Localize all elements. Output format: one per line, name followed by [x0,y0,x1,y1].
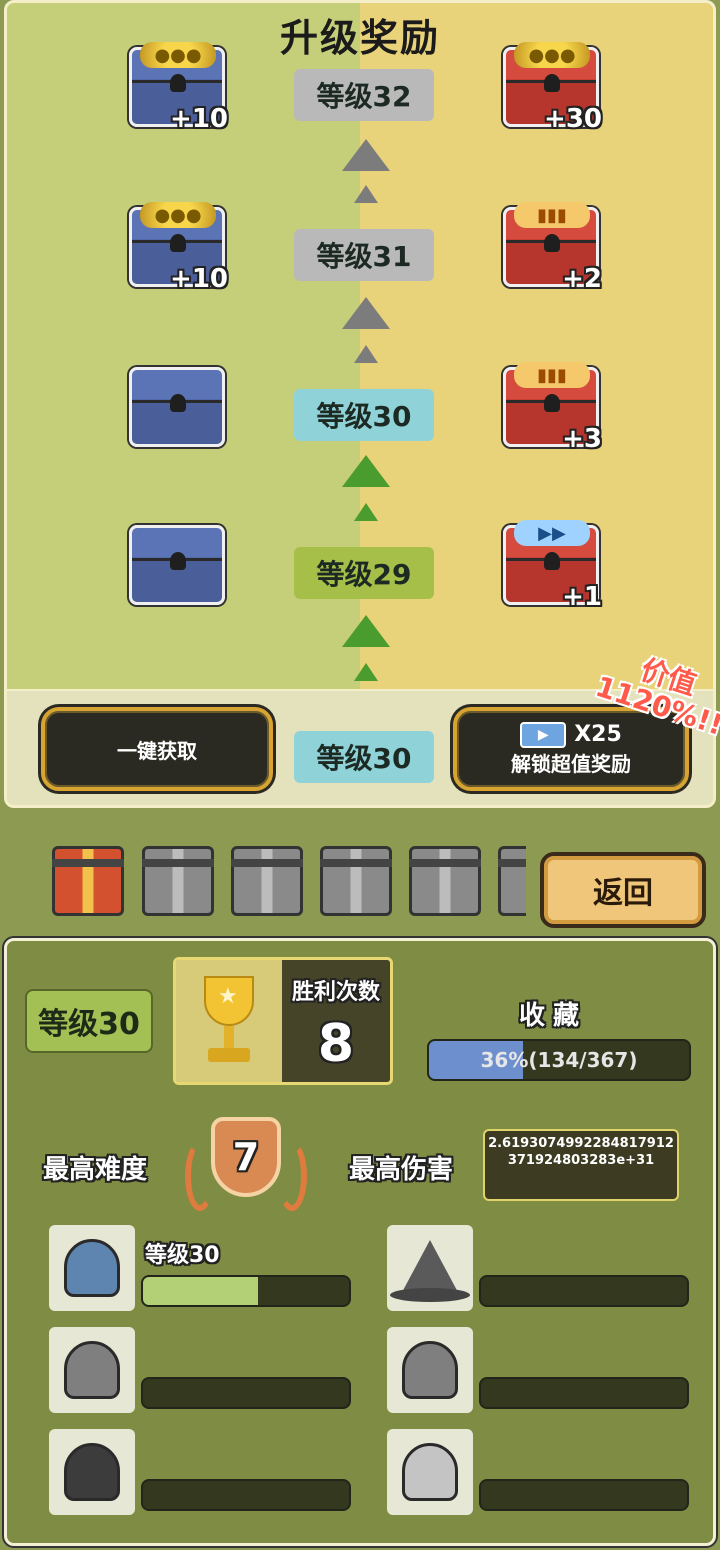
premium-chest-tickets[interactable]: ▶▶ +1 [503,520,602,612]
premium-chest-cards[interactable]: ▮▮▮ +2 [503,202,602,294]
gift-box-open-icon[interactable] [52,846,124,916]
difficulty-label: 最高难度 [43,1155,148,1185]
unlock-label: 解锁超值奖励 [511,751,631,776]
turban-icon[interactable] [49,1327,135,1413]
arrow-up-icon [354,185,378,203]
premium-chest-gold[interactable]: ●●● +30 [503,42,602,134]
video-ticket-icon: ▶ [520,721,567,748]
hood-icon[interactable] [387,1327,473,1413]
arrow-up-icon [342,455,390,487]
gold-coins-icon: ●●● [140,202,216,228]
collect-all-button[interactable]: 一键获取 [41,707,273,791]
wizard-hat-icon[interactable] [387,1225,473,1311]
arrow-up-icon [354,503,378,521]
arrow-up-icon [342,139,390,171]
collection-progress-bar: 36%(134/367) [427,1039,691,1081]
player-stats-panel: 等级30 ★ 胜利次数 8 收藏 36%(134/367) 最高难度 7 最高伤… [4,938,716,1546]
trophy-icon: ★ [176,960,282,1082]
hero-level: 等级30 [145,1243,220,1268]
free-reward-count: +10 [170,264,228,294]
free-chest-empty[interactable] [129,525,225,605]
arrow-up-icon [354,345,378,363]
player-level: 等级30 [25,989,153,1053]
gold-coins-icon: ●●● [514,42,590,68]
hero-progress-bar [141,1275,351,1307]
gift-row [48,840,526,920]
gold-card-icon: ▮▮▮ [514,362,590,388]
collection-progress-text: 36%(134/367) [480,1048,638,1072]
collection-label: 收藏 [519,1001,588,1031]
dark-cowl-icon[interactable] [49,1429,135,1515]
unlock-multiplier: X25 [574,722,622,747]
level-badge: 等级29 [294,547,434,599]
victory-count: 8 [317,1014,355,1074]
gift-box-locked-icon[interactable] [409,846,481,916]
damage-value: 2.6193074992284817912371924803283e+31 [483,1129,679,1201]
hero-progress-bar [479,1275,689,1307]
premium-reward-count: +1 [562,582,602,612]
back-button[interactable]: 返回 [540,852,706,928]
premium-chest-cards[interactable]: ▮▮▮ +3 [503,362,602,454]
premium-reward-count: +30 [544,104,602,134]
level-badge: 等级30 [294,389,434,441]
victory-label: 胜利次数 [291,980,380,1005]
free-chest-empty[interactable] [129,367,225,447]
gift-box-locked-icon[interactable] [320,846,392,916]
card-pack-icon: ▮▮▮ [514,202,590,228]
level-badge: 等级31 [294,229,434,281]
knight-helmet-icon[interactable] [49,1225,135,1311]
free-reward-count: +10 [170,104,228,134]
free-chest-gold[interactable]: ●●● +10 [129,202,228,294]
hero-progress-bar [479,1479,689,1511]
damage-label: 最高伤害 [349,1155,454,1185]
leaf-crown-icon[interactable] [387,1429,473,1515]
premium-reward-count: +3 [562,424,602,454]
arrow-up-icon [342,297,390,329]
difficulty-medal-icon: 7 [183,1109,309,1221]
hero-progress-bar [141,1377,351,1409]
level-badge: 等级32 [294,69,434,121]
arrow-up-icon [342,615,390,647]
gold-coins-icon: ●●● [140,42,216,68]
free-chest-gold[interactable]: ●●● +10 [129,42,228,134]
gift-box-locked-icon[interactable] [498,846,526,916]
hero-progress-bar [141,1479,351,1511]
current-level-badge: 等级30 [294,731,434,783]
victory-count-box: ★ 胜利次数 8 [173,957,393,1085]
gift-box-locked-icon[interactable] [231,846,303,916]
hero-progress-bar [479,1377,689,1409]
difficulty-value: 7 [232,1135,260,1179]
arrow-up-icon [354,663,378,681]
premium-reward-count: +2 [562,264,602,294]
collect-all-label: 一键获取 [117,738,197,763]
gift-box-locked-icon[interactable] [142,846,214,916]
hero-progress-fill [143,1277,259,1305]
ticket-icon: ▶▶ [514,520,590,546]
